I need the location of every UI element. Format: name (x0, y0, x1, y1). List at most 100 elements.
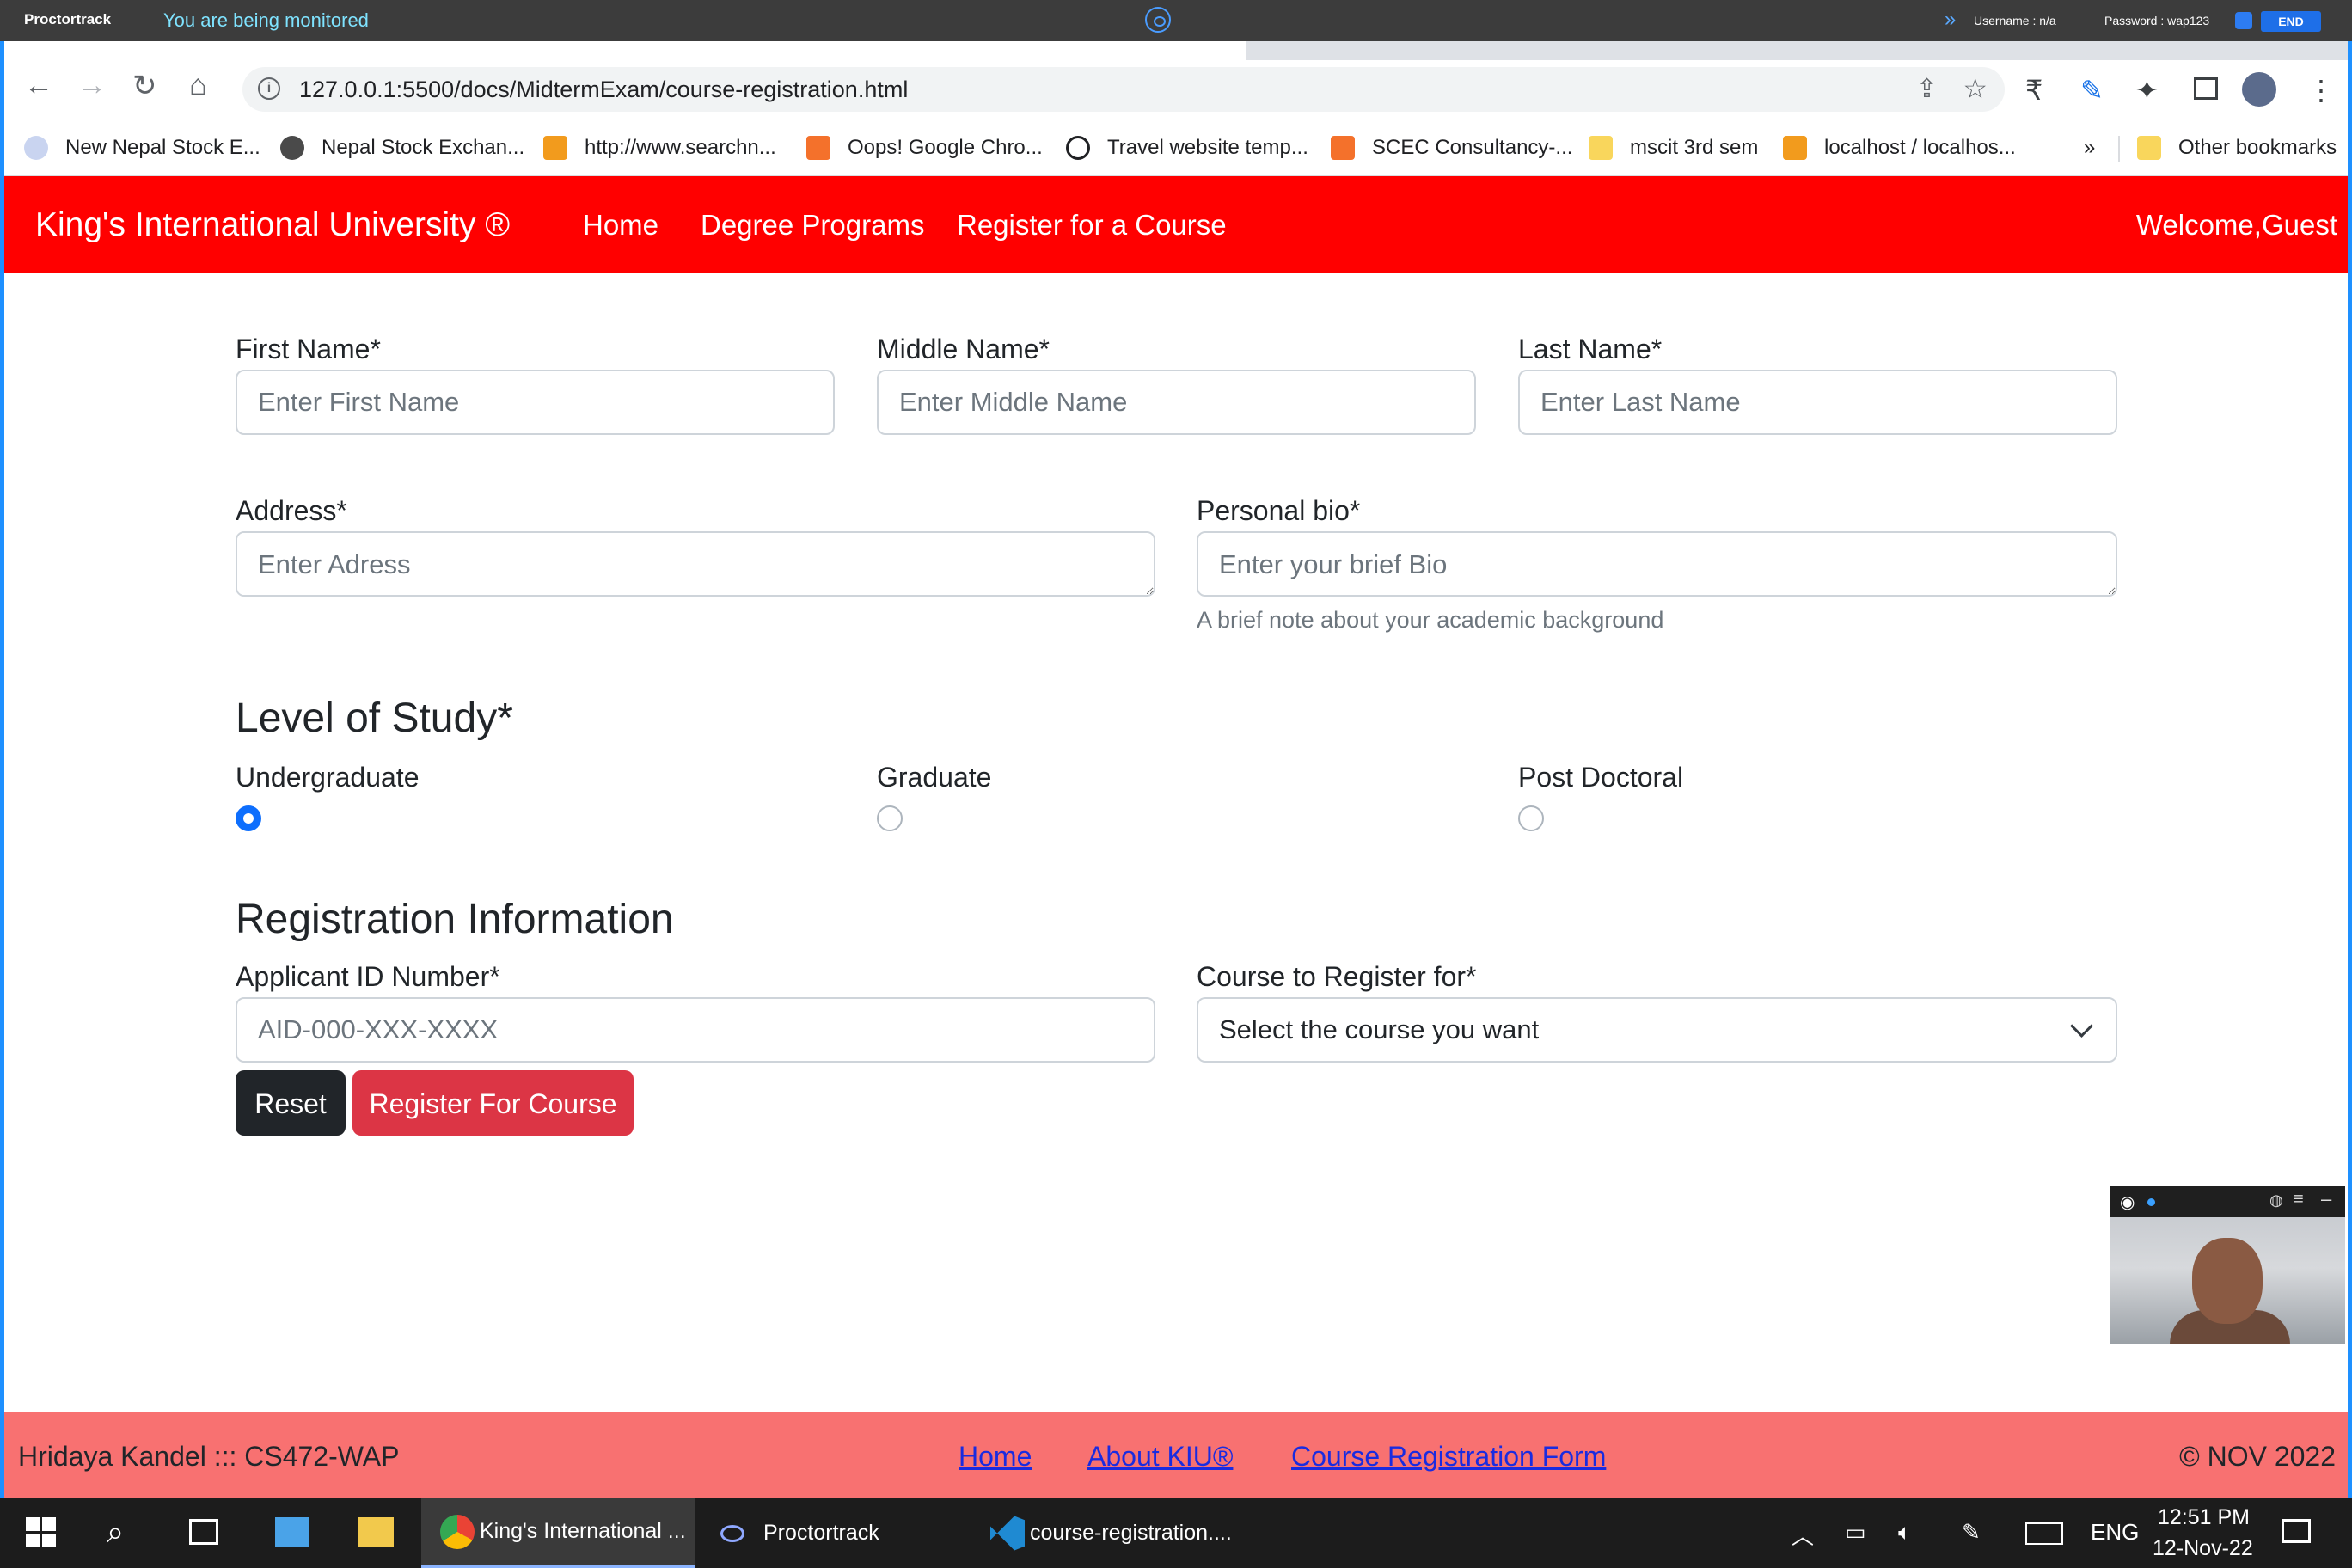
puzzle-icon[interactable]: ✦ (2135, 74, 2159, 107)
course-label: Course to Register for* (1197, 961, 1477, 992)
register-button[interactable]: Register For Course (352, 1070, 634, 1136)
search-icon[interactable]: ⌕ (107, 1514, 124, 1551)
bookmark-item[interactable]: localhost / localhos... (1783, 132, 2016, 163)
footer-author: Hridaya Kandel ::: CS472-WAP (18, 1441, 400, 1472)
minimize-icon[interactable]: – (2321, 1188, 2331, 1210)
site-brand[interactable]: King's International University ® (35, 206, 510, 244)
chevron-down-icon (2070, 1014, 2093, 1038)
footer-link-home[interactable]: Home (959, 1441, 1032, 1473)
bio-textarea[interactable] (1197, 531, 2117, 597)
globe-icon (24, 136, 48, 160)
webcam-toolbar: ◉ ◍ ≡ – (2110, 1186, 2345, 1217)
side-panel-icon[interactable] (2194, 77, 2218, 100)
avatar[interactable] (2242, 72, 2276, 107)
level-of-study-heading: Level of Study* (236, 695, 513, 741)
bookmark-item[interactable]: Travel website temp... (1066, 132, 1308, 163)
proctor-brand: Proctortrack (24, 11, 112, 28)
chrome-icon (440, 1514, 475, 1549)
divider (2118, 136, 2120, 162)
browser-toolbar: ← → ↻ ⌂ i 127.0.0.1:5500/docs/MidtermExa… (0, 60, 2352, 120)
notification-icon[interactable] (2282, 1519, 2311, 1543)
pma-icon (1783, 136, 1807, 160)
footer-copyright: © NOV 2022 (2179, 1441, 2336, 1472)
footer-link-registration[interactable]: Course Registration Form (1291, 1441, 1606, 1473)
battery-icon[interactable]: ▭ (1845, 1519, 1866, 1546)
reset-button[interactable]: Reset (236, 1070, 346, 1136)
menu-icon[interactable]: ≡ (2294, 1190, 2304, 1210)
applicant-id-input[interactable] (236, 997, 1155, 1063)
edit-extension-icon[interactable]: ✎ (2080, 74, 2104, 107)
site-navbar: King's International University ® Home D… (4, 176, 2348, 273)
monitoring-status: You are being monitored (163, 9, 369, 31)
kebab-menu-icon[interactable]: ⋮ (2307, 74, 2335, 107)
reload-icon[interactable]: ↻ (132, 69, 157, 103)
radio-graduate[interactable] (877, 805, 903, 831)
share-icon[interactable]: ⇪ (1916, 74, 1938, 104)
status-dot-icon (2147, 1198, 2155, 1206)
file-explorer-icon[interactable] (358, 1517, 394, 1547)
address-textarea[interactable] (236, 531, 1155, 597)
proctor-password: Password : wap123 (2104, 14, 2210, 28)
webcam-video (2110, 1217, 2345, 1344)
eye-icon (1145, 7, 1171, 33)
eye-icon: ◉ (2120, 1193, 2135, 1212)
footer-link-about[interactable]: About KIU® (1087, 1441, 1233, 1473)
bio-help-text: A brief note about your academic backgro… (1197, 607, 1664, 633)
bookmark-item[interactable]: New Nepal Stock E... (24, 132, 260, 163)
clock-date[interactable]: 12-Nov-22 (2153, 1536, 2253, 1561)
info-icon[interactable]: i (258, 77, 280, 100)
bookmarks-overflow-button[interactable]: » (2084, 132, 2095, 163)
windows-taskbar: ⌕ King's International ... Proctortrack … (0, 1498, 2352, 1568)
eye-icon (720, 1524, 744, 1542)
bookmark-item[interactable]: Oops! Google Chro... (806, 132, 1043, 163)
bookmark-item[interactable]: SCEC Consultancy-... (1331, 132, 1572, 163)
chevron-up-icon[interactable]: ︿ (1792, 1519, 1814, 1551)
taskbar-item-vscode[interactable]: course-registration.... (990, 1498, 1232, 1568)
last-name-input[interactable] (1518, 370, 2117, 435)
middle-name-input[interactable] (877, 370, 1476, 435)
taskbar-item-proctortrack[interactable]: Proctortrack (720, 1498, 879, 1568)
forward-arrow-icon[interactable]: → (77, 69, 107, 102)
computer-icon[interactable] (275, 1517, 309, 1547)
bookmark-item[interactable]: Nepal Stock Exchan... (280, 132, 524, 163)
chat-icon[interactable] (2235, 12, 2252, 29)
radio-undergraduate[interactable] (236, 805, 261, 831)
bookmarks-bar: New Nepal Stock E... Nepal Stock Exchan.… (0, 120, 2352, 176)
language-indicator[interactable]: ENG (2091, 1519, 2139, 1546)
chat-icon[interactable]: ◍ (2269, 1191, 2283, 1210)
middle-name-label: Middle Name* (877, 334, 1050, 364)
other-bookmarks[interactable]: Other bookmarks (2137, 132, 2337, 163)
nav-link-register[interactable]: Register for a Course (957, 209, 1227, 242)
volume-icon[interactable]: 🔈︎ (1898, 1519, 1912, 1547)
address-bar[interactable]: i 127.0.0.1:5500/docs/MidtermExam/course… (242, 67, 2005, 112)
welcome-text: Welcome,Guest (2135, 209, 2337, 241)
first-name-input[interactable] (236, 370, 835, 435)
registration-heading: Registration Information (236, 897, 674, 942)
keyboard-icon[interactable] (2025, 1522, 2063, 1545)
radio-post-doctoral[interactable] (1518, 805, 1544, 831)
task-view-icon[interactable] (189, 1519, 218, 1545)
rupee-extension-icon[interactable]: ₹ (2025, 74, 2043, 107)
pen-icon[interactable]: ✎ (1962, 1519, 1981, 1546)
windows-start-icon[interactable] (26, 1517, 57, 1548)
vscode-icon (990, 1516, 1025, 1551)
bookmark-item[interactable]: mscit 3rd sem (1589, 132, 1758, 163)
taskbar-item-chrome[interactable]: King's International ... (421, 1498, 695, 1568)
globe-icon (280, 136, 304, 160)
bio-label: Personal bio* (1197, 495, 1361, 526)
star-icon[interactable]: ☆ (1963, 72, 1988, 105)
tab-strip (0, 41, 2352, 60)
course-select[interactable]: Select the course you want (1197, 997, 2117, 1063)
site-footer: Hridaya Kandel ::: CS472-WAP Home About … (4, 1412, 2348, 1498)
url-text[interactable]: 127.0.0.1:5500/docs/MidtermExam/course-r… (299, 77, 908, 103)
clock-time[interactable]: 12:51 PM (2158, 1505, 2250, 1530)
radio-label-undergraduate: Undergraduate (236, 762, 420, 793)
tab-active[interactable] (0, 41, 1246, 60)
home-icon[interactable]: ⌂ (189, 69, 207, 102)
nav-link-home[interactable]: Home (583, 209, 658, 242)
end-button[interactable]: END (2261, 11, 2321, 32)
bookmark-item[interactable]: http://www.searchn... (543, 132, 776, 163)
course-select-value: Select the course you want (1219, 1014, 1540, 1044)
nav-link-degree-programs[interactable]: Degree Programs (701, 209, 924, 242)
back-arrow-icon[interactable]: ← (24, 69, 53, 102)
